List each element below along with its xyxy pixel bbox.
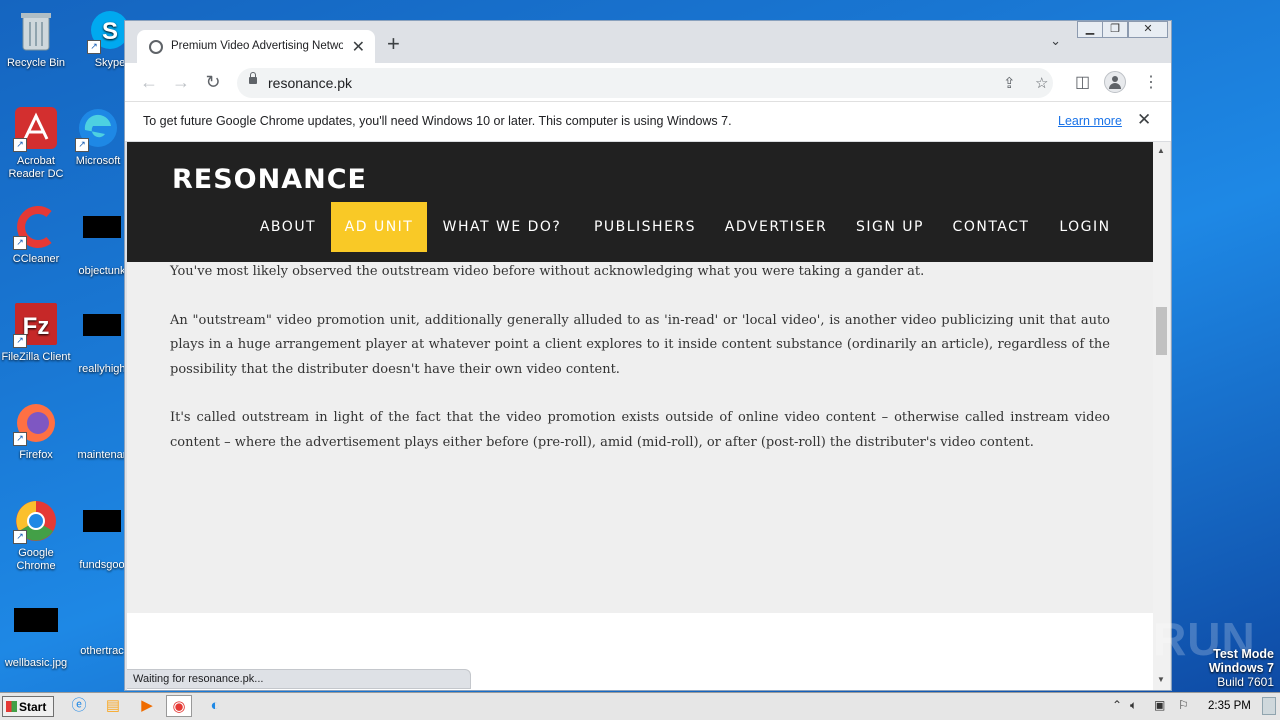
address-bar[interactable]: resonance.pk ⇪ ☆ [237,68,1053,98]
paragraph: It's called outstream in light of the fa… [170,410,1110,450]
tab-strip: Premium Video Advertising Network ✕ + ⌄ … [125,21,1171,63]
desktop-icon-label: Recycle Bin [6,57,66,69]
site-logo[interactable]: RESONANCE [172,164,367,195]
paragraph: An "outstream" video promotion unit, add… [170,312,1110,377]
lock-icon[interactable] [249,72,257,84]
close-window-button[interactable]: ✕ [1128,21,1168,38]
test-mode-line1: Test Mode [1213,647,1274,661]
chrome-icon: ↗ [13,498,59,544]
side-panel-icon[interactable]: ◫ [1075,72,1090,92]
firefox-icon: ↗ [13,400,59,446]
edge-taskbar-icon[interactable]: ◐ [202,695,228,717]
scroll-up-arrow-icon[interactable]: ▲ [1157,146,1165,155]
image-file-icon [13,608,59,654]
restore-button[interactable]: ❐ [1102,21,1128,38]
new-tab-button[interactable]: + [387,33,400,55]
volume-icon[interactable]: 🔈︎ [1130,698,1137,713]
taskbar-clock[interactable]: 2:35 PM [1208,700,1251,712]
start-button[interactable]: Start [2,696,54,717]
desktop-icon-chrome[interactable]: ↗ Google Chrome [0,498,74,573]
infobar-message: To get future Google Chrome updates, you… [143,114,732,128]
shortcut-arrow-icon: ↗ [13,530,27,544]
paragraph: You've most likely observed the outstrea… [170,264,925,279]
chrome-window: Premium Video Advertising Network ✕ + ⌄ … [124,20,1172,691]
shortcut-arrow-icon: ↗ [13,334,27,348]
tray-expand-icon[interactable]: ⌃ [1112,698,1122,712]
tab-title: Premium Video Advertising Network [171,40,343,52]
learn-more-link[interactable]: Learn more [1058,114,1122,128]
shortcut-arrow-icon: ↗ [75,138,89,152]
desktop-icon-filezilla[interactable]: Fz ↗ FileZilla Client [0,302,74,364]
article-content: You've most likely observed the outstrea… [170,260,1110,479]
system-tray: ⌃ 🔈︎ ▣ ⚐ [1100,693,1280,720]
shortcut-arrow-icon: ↗ [13,432,27,446]
status-bubble: Waiting for resonance.pk... [127,669,471,689]
ccleaner-icon: ↗ [13,204,59,250]
edge-icon: ↗ [75,106,121,152]
globe-icon [149,40,163,54]
url-text[interactable]: resonance.pk [268,75,352,91]
taskbar: Start ⓔ ▤ ▶ ◉ ◐ ⌃ 🔈︎ ▣ ⚐ 2:35 PM [0,692,1280,720]
tab-active[interactable]: Premium Video Advertising Network ✕ [137,30,375,63]
test-mode-line3: Build 7601 [1217,675,1274,689]
nav-what-we-do[interactable]: WHAT WE DO? [433,202,571,252]
file-thumbnail-icon [79,216,125,262]
test-mode-line2: Windows 7 [1208,661,1274,675]
minimize-button[interactable]: ▁ [1077,21,1103,38]
browser-toolbar: ← → ↻ resonance.pk ⇪ ☆ ◫ ⋮ [125,63,1171,101]
test-mode-notice: Test Mode Windows 7 Build 7601 [1209,647,1274,689]
share-icon[interactable]: ⇪ [1003,74,1016,92]
desktop-icon-label: FileZilla Client [1,351,71,363]
back-button[interactable]: ← [137,71,161,93]
update-infobar: To get future Google Chrome updates, you… [125,101,1171,142]
reload-button[interactable]: ↻ [201,71,225,93]
desktop-icon-firefox[interactable]: ↗ Firefox [0,400,74,462]
nav-advertiser[interactable]: ADVERTISER [719,202,833,252]
nav-about[interactable]: ABOUT [248,202,328,252]
file-thumbnail-icon [79,400,125,446]
close-tab-icon[interactable]: ✕ [352,37,365,57]
desktop-icon-label: Firefox [19,449,53,461]
file-thumbnail-icon [79,596,125,642]
nav-contact[interactable]: CONTACT [945,202,1037,252]
shortcut-arrow-icon: ↗ [13,236,27,250]
svg-text:S: S [102,18,118,45]
nav-ad-unit[interactable]: AD UNIT [331,202,427,252]
desktop-icon-ccleaner[interactable]: ↗ CCleaner [0,204,74,266]
file-thumbnail-icon [79,510,125,556]
network-icon[interactable]: ▣ [1154,698,1165,712]
acrobat-icon: ↗ [13,106,59,152]
show-desktop-button[interactable] [1262,697,1276,715]
site-header: RESONANCE ABOUT AD UNIT WHAT WE DO? PUBL… [127,142,1153,262]
page-scrollbar[interactable]: ▲ ▼ [1153,142,1170,690]
media-player-icon[interactable]: ▶ [134,695,160,717]
desktop-icon-recycle-bin[interactable]: Recycle Bin [0,8,74,70]
nav-login[interactable]: LOGIN [1049,202,1121,252]
nav-sign-up[interactable]: SIGN UP [845,202,935,252]
close-infobar-icon[interactable]: ✕ [1137,110,1151,130]
bookmark-star-icon[interactable]: ☆ [1035,74,1048,92]
shortcut-arrow-icon: ↗ [87,40,101,54]
chevron-down-icon[interactable]: ⌄ [1050,33,1061,49]
scrollbar-thumb[interactable] [1156,307,1167,355]
forward-button[interactable]: → [169,71,193,93]
action-center-flag-icon[interactable]: ⚐ [1178,698,1189,712]
nav-publishers[interactable]: PUBLISHERS [583,202,707,252]
file-thumbnail-icon [79,314,125,360]
recycle-bin-icon [13,8,59,54]
filezilla-icon: Fz ↗ [13,302,59,348]
desktop-icon-label: wellbasic.jpg [4,657,68,669]
desktop-icon-label: Google Chrome [16,547,56,572]
scroll-down-arrow-icon[interactable]: ▼ [1157,675,1165,684]
ie-icon[interactable]: ⓔ [66,695,92,717]
desktop-icon-wellbasic[interactable]: wellbasic.jpg [0,596,74,670]
chrome-taskbar-icon[interactable]: ◉ [166,695,192,717]
page-viewport: RESONANCE ABOUT AD UNIT WHAT WE DO? PUBL… [127,142,1155,690]
shortcut-arrow-icon: ↗ [13,138,27,152]
menu-kebab-icon[interactable]: ⋮ [1143,72,1159,92]
explorer-folder-icon[interactable]: ▤ [100,695,126,717]
profile-avatar-icon[interactable] [1104,71,1126,93]
site-nav: ABOUT AD UNIT WHAT WE DO? PUBLISHERS ADV… [127,202,1153,252]
desktop-icon-label: CCleaner [12,253,60,265]
